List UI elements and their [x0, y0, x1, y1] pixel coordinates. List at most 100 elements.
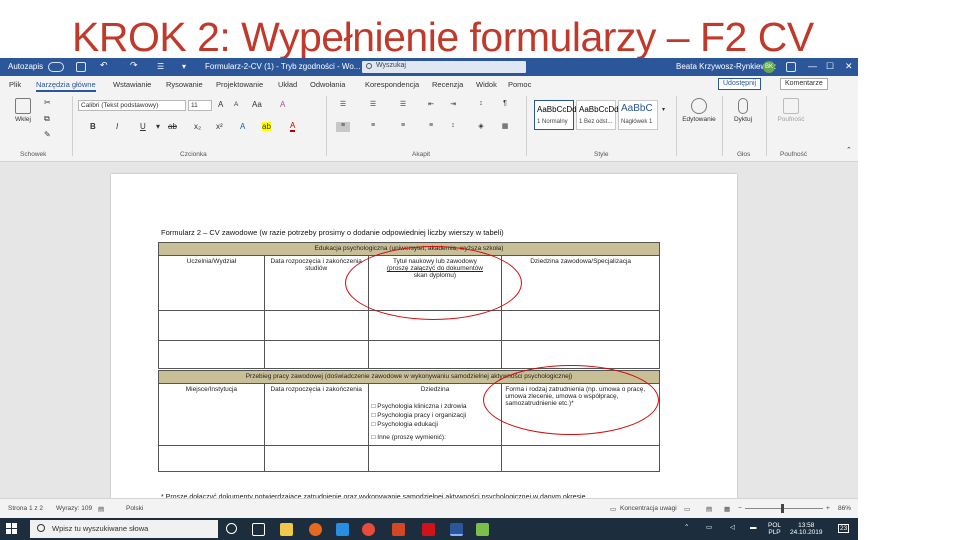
superscript-icon[interactable]: x²: [216, 122, 223, 131]
document-page[interactable]: Formularz 2 – CV zawodowe (w razie potrz…: [111, 174, 737, 514]
decrease-indent-icon[interactable]: ⇤: [424, 100, 438, 110]
tab-insert[interactable]: Wstawianie: [113, 80, 151, 89]
battery-icon[interactable]: ▬: [750, 524, 757, 531]
share-button[interactable]: Udostępnij: [718, 78, 762, 90]
justify-button[interactable]: ≡: [424, 122, 438, 132]
checkbox-other[interactable]: □ Inne (proszę wymienić):: [372, 434, 499, 441]
minimize-icon[interactable]: —: [808, 61, 817, 71]
firefox-icon[interactable]: [309, 523, 322, 536]
font-color-icon[interactable]: A: [290, 122, 296, 132]
checkbox-education[interactable]: □ Psychologia edukacji: [372, 421, 499, 428]
people-icon[interactable]: ⌃: [684, 524, 689, 531]
focus-mode-label[interactable]: Koncentracja uwagi: [620, 505, 677, 512]
file-explorer-icon[interactable]: [280, 523, 293, 536]
language-label[interactable]: Polski: [126, 505, 143, 512]
sensitivity-button[interactable]: Poufność: [774, 98, 808, 123]
tab-design[interactable]: Projektowanie: [216, 80, 263, 89]
tab-layout[interactable]: Układ: [278, 80, 297, 89]
maximize-icon[interactable]: ☐: [826, 61, 834, 72]
volume-icon[interactable]: ◁: [730, 524, 735, 531]
checkbox-clinical[interactable]: □ Psychologia kliniczna i zdrowia: [372, 403, 499, 410]
font-size-select[interactable]: 11: [188, 100, 212, 111]
checkbox-work-psychology[interactable]: □ Psychologia pracy i organizacji: [372, 412, 499, 419]
autosave-label[interactable]: Autozapis: [8, 62, 43, 71]
style-normal[interactable]: AaBbCcDd 1 Normalny: [534, 100, 577, 130]
bold-button[interactable]: B: [90, 122, 96, 131]
line-spacing-icon[interactable]: ↕: [446, 122, 460, 132]
align-center-button[interactable]: ≡: [366, 122, 380, 132]
edge-icon[interactable]: [336, 523, 349, 536]
collapse-ribbon-icon[interactable]: ⌃: [846, 146, 852, 154]
text-effects-icon[interactable]: A: [240, 122, 245, 131]
multilevel-list-icon[interactable]: ☰: [396, 100, 410, 110]
cortana-icon[interactable]: [226, 523, 237, 534]
autosave-toggle-icon[interactable]: [48, 62, 64, 72]
network-icon[interactable]: ▭: [706, 524, 712, 531]
tab-references[interactable]: Odwołania: [310, 80, 345, 89]
close-icon[interactable]: ✕: [845, 61, 853, 72]
zoom-slider-thumb[interactable]: [781, 504, 784, 513]
font-name-select[interactable]: Calibri (Tekst podstawowy): [78, 100, 186, 111]
powerpoint-icon[interactable]: [392, 523, 405, 536]
change-case-icon[interactable]: Aa: [252, 100, 262, 109]
task-view-icon[interactable]: [252, 523, 265, 536]
tab-review[interactable]: Recenzja: [432, 80, 463, 89]
focus-icon[interactable]: ▭: [610, 505, 616, 513]
tab-help[interactable]: Pomoc: [508, 80, 531, 89]
grow-font-icon[interactable]: A: [218, 100, 223, 109]
format-painter-icon[interactable]: ✎: [44, 130, 51, 139]
search-box[interactable]: Wyszukaj: [362, 61, 526, 73]
clock[interactable]: 13:58 24.10.2019: [790, 522, 823, 536]
shrink-font-icon[interactable]: A: [234, 101, 238, 108]
dropdown-icon[interactable]: ▾: [156, 122, 160, 131]
italic-button[interactable]: I: [116, 122, 118, 131]
copy-icon[interactable]: ⧉: [44, 114, 50, 124]
word-count[interactable]: Wyrazy: 109: [56, 505, 92, 512]
avatar[interactable]: BK: [763, 61, 775, 73]
windows-start-icon[interactable]: [6, 523, 18, 535]
strikethrough-icon[interactable]: ab: [168, 122, 177, 131]
highlight-icon[interactable]: ab: [262, 122, 271, 131]
tab-view[interactable]: Widok: [476, 80, 497, 89]
tab-home[interactable]: Narzędzia główne: [36, 80, 96, 92]
undo-icon[interactable]: ↶: [100, 60, 108, 71]
align-left-button[interactable]: ≡: [336, 122, 350, 132]
zoom-out-icon[interactable]: −: [738, 505, 742, 512]
redo-icon[interactable]: ↷: [130, 60, 138, 71]
show-marks-icon[interactable]: ¶: [498, 100, 512, 110]
language-indicator[interactable]: POL PLP: [768, 522, 781, 536]
increase-indent-icon[interactable]: ⇥: [446, 100, 460, 110]
dictate-button[interactable]: Dyktuj: [726, 98, 760, 123]
page-count[interactable]: Strona 1 z 2: [8, 505, 43, 512]
zoom-in-icon[interactable]: +: [826, 505, 830, 512]
bullets-icon[interactable]: ☰: [336, 100, 350, 110]
web-layout-icon[interactable]: ▦: [724, 505, 730, 513]
word-icon[interactable]: [450, 523, 463, 536]
user-name[interactable]: Beata Krzywosz-Rynkiewicz: [676, 62, 776, 71]
clear-formatting-icon[interactable]: A: [280, 100, 285, 109]
customize-toolbar-icon[interactable]: ▾: [182, 62, 186, 71]
zoom-slider[interactable]: [745, 508, 823, 509]
ribbon-display-icon[interactable]: [786, 62, 796, 72]
paste-button[interactable]: Wklej: [6, 98, 40, 123]
acrobat-icon[interactable]: [422, 523, 435, 536]
comments-button[interactable]: Komentarze: [780, 78, 828, 90]
zoom-level[interactable]: 86%: [838, 505, 851, 512]
read-mode-icon[interactable]: ▭: [684, 505, 690, 513]
print-layout-icon[interactable]: ▤: [706, 505, 712, 513]
proofing-icon[interactable]: ▤: [98, 505, 104, 513]
style-heading-1[interactable]: AaBbC Nagłówek 1: [618, 100, 658, 130]
align-right-button[interactable]: ≡: [396, 122, 410, 132]
tab-draw[interactable]: Rysowanie: [166, 80, 203, 89]
editing-button[interactable]: Edytowanie: [682, 98, 716, 123]
subscript-icon[interactable]: x₂: [194, 122, 201, 131]
save-icon[interactable]: [76, 62, 86, 72]
cut-icon[interactable]: ✂: [44, 98, 51, 107]
quick-access-icon[interactable]: ☰: [157, 62, 164, 71]
shading-icon[interactable]: ◈: [474, 122, 488, 132]
tab-mailings[interactable]: Korespondencja: [365, 80, 419, 89]
sort-icon[interactable]: ↕: [474, 100, 488, 110]
borders-icon[interactable]: ▦: [498, 122, 512, 132]
numbering-icon[interactable]: ☰: [366, 100, 380, 110]
taskbar-search[interactable]: Wpisz tu wyszukiwane słowa: [30, 520, 218, 538]
